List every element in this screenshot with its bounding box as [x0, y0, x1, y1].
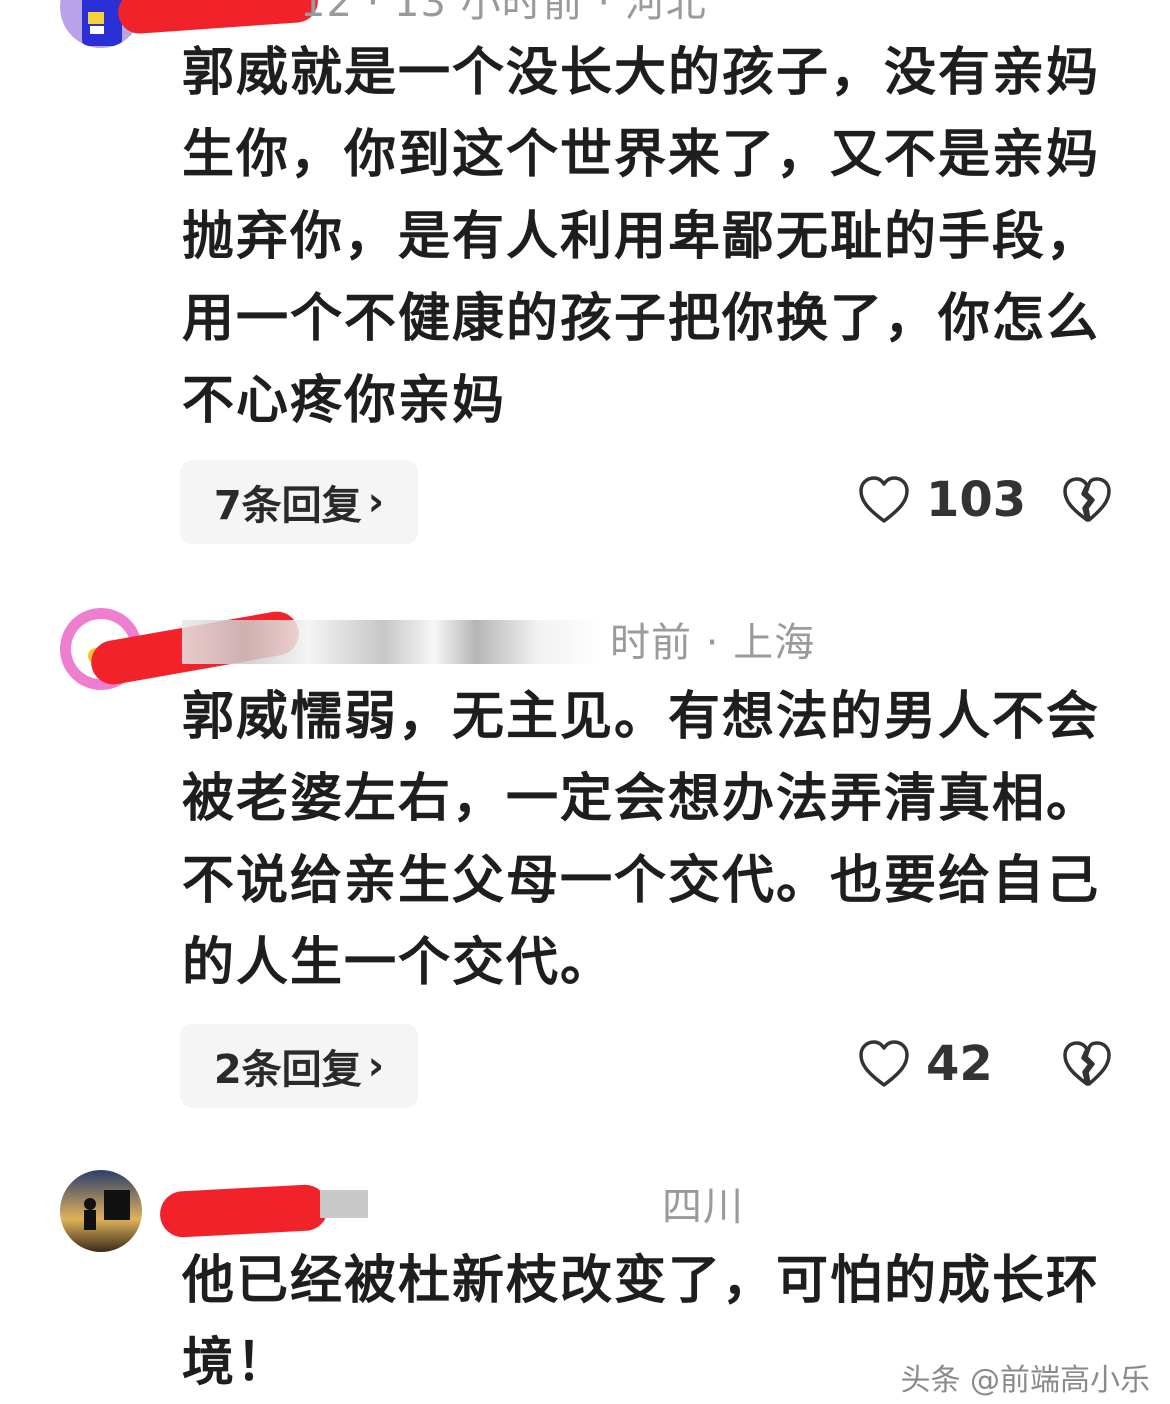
dislike-button[interactable]	[1062, 1040, 1112, 1092]
avatar-image	[60, 1170, 142, 1252]
comment-meta: 时前 · 上海	[610, 620, 816, 666]
blurred-username	[320, 1190, 368, 1218]
heart-outline-icon	[859, 476, 909, 523]
replies-button[interactable]: 7条回复 ›	[180, 460, 418, 544]
comment-text: 郭威懦弱，无主见。有想法的男人不会被老婆左右，一定会想办法弄清真相。不说给亲生父…	[182, 687, 1101, 993]
comment-text: 郭威就是一个没长大的孩子，没有亲妈生你，你到这个世界来了，又不是亲妈抛弃你，是有…	[182, 43, 1101, 431]
username-redaction	[116, 0, 320, 35]
dislike-button[interactable]	[1062, 476, 1112, 528]
chevron-right-icon: ›	[367, 479, 385, 525]
comment-meta: 四川	[662, 1184, 744, 1230]
replies-label: 2条回复	[213, 1047, 362, 1093]
like-button[interactable]: 103	[858, 472, 1026, 528]
like-count: 103	[926, 472, 1027, 528]
comment-item: 四川 他已经被杜新枝改变了，可怕的成长环境！ 头条 @前端高小乐	[0, 1160, 1170, 1398]
like-button[interactable]: 42	[858, 1036, 993, 1092]
blurred-username	[182, 620, 602, 664]
heart-outline-icon	[859, 1040, 909, 1087]
avatar[interactable]	[60, 1170, 142, 1252]
comment-meta: 12 · 13 小时前 · 河北	[300, 0, 707, 26]
comment-item: 时前 · 上海 郭威懦弱，无主见。有想法的男人不会被老婆左右，一定会想办法弄清真…	[0, 600, 1170, 1120]
replies-label: 7条回复	[213, 483, 362, 529]
replies-button[interactable]: 2条回复 ›	[180, 1024, 418, 1108]
like-count: 42	[926, 1036, 993, 1092]
broken-heart-icon	[1063, 477, 1111, 522]
chevron-right-icon: ›	[367, 1043, 385, 1089]
watermark: 头条 @前端高小乐	[900, 1363, 1150, 1398]
username-redaction	[158, 1183, 330, 1239]
comment-item: 12 · 13 小时前 · 河北 郭威就是一个没长大的孩子，没有亲妈生你，你到这…	[0, 0, 1170, 560]
broken-heart-icon	[1063, 1041, 1111, 1086]
